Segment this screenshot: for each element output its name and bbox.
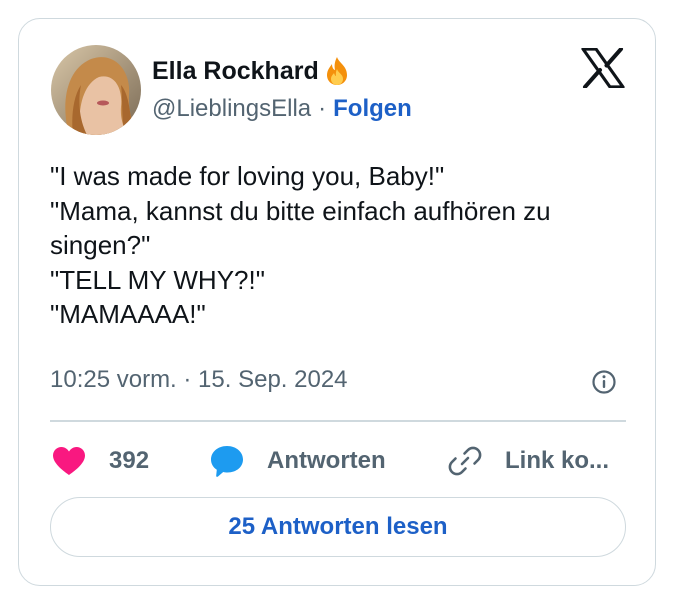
follow-button[interactable]: Folgen — [333, 95, 412, 123]
fire-icon — [326, 57, 347, 85]
x-logo-icon[interactable] — [581, 48, 625, 88]
copy-link-label: Link ko... — [505, 447, 610, 474]
author-name[interactable]: Ella Rockhard — [152, 57, 319, 86]
read-replies-button[interactable]: 25 Antworten lesen — [50, 497, 626, 557]
like-count: 392 — [109, 447, 150, 474]
heart-icon — [53, 447, 85, 475]
tweet-line: "MAMAAAA!" — [50, 299, 206, 329]
tweet-embed-card: Ella Rockhard @LieblingsElla · Folgen "I… — [18, 18, 656, 586]
avatar[interactable] — [51, 45, 141, 135]
info-icon[interactable] — [591, 369, 617, 395]
tweet-line: "TELL MY WHY?!" — [50, 264, 265, 295]
tweet-line: "I was made for loving you, Baby!" — [50, 161, 445, 191]
reply-label: Antworten — [267, 447, 386, 474]
separator-dot: · — [318, 95, 327, 122]
author-handle[interactable]: @LieblingsElla — [152, 95, 311, 123]
link-icon — [448, 446, 482, 476]
author-handle-row: @LieblingsElla · Folgen — [152, 95, 412, 123]
tweet-line: "Mama, kannst du bitte einfach aufhören … — [50, 195, 558, 261]
like-button[interactable]: 392 — [51, 443, 149, 479]
copy-link-button[interactable]: Link ko... — [447, 443, 609, 479]
tweet-timestamp[interactable]: 10:25 vorm. · 15. Sep. 2024 — [50, 366, 348, 394]
reply-button[interactable]: Antworten — [209, 443, 386, 479]
tweet-text: "I was made for loving you, Baby!" "Mama… — [50, 159, 630, 332]
divider — [50, 420, 626, 422]
author-name-row[interactable]: Ella Rockhard — [152, 53, 353, 89]
speech-bubble-icon — [211, 446, 243, 477]
